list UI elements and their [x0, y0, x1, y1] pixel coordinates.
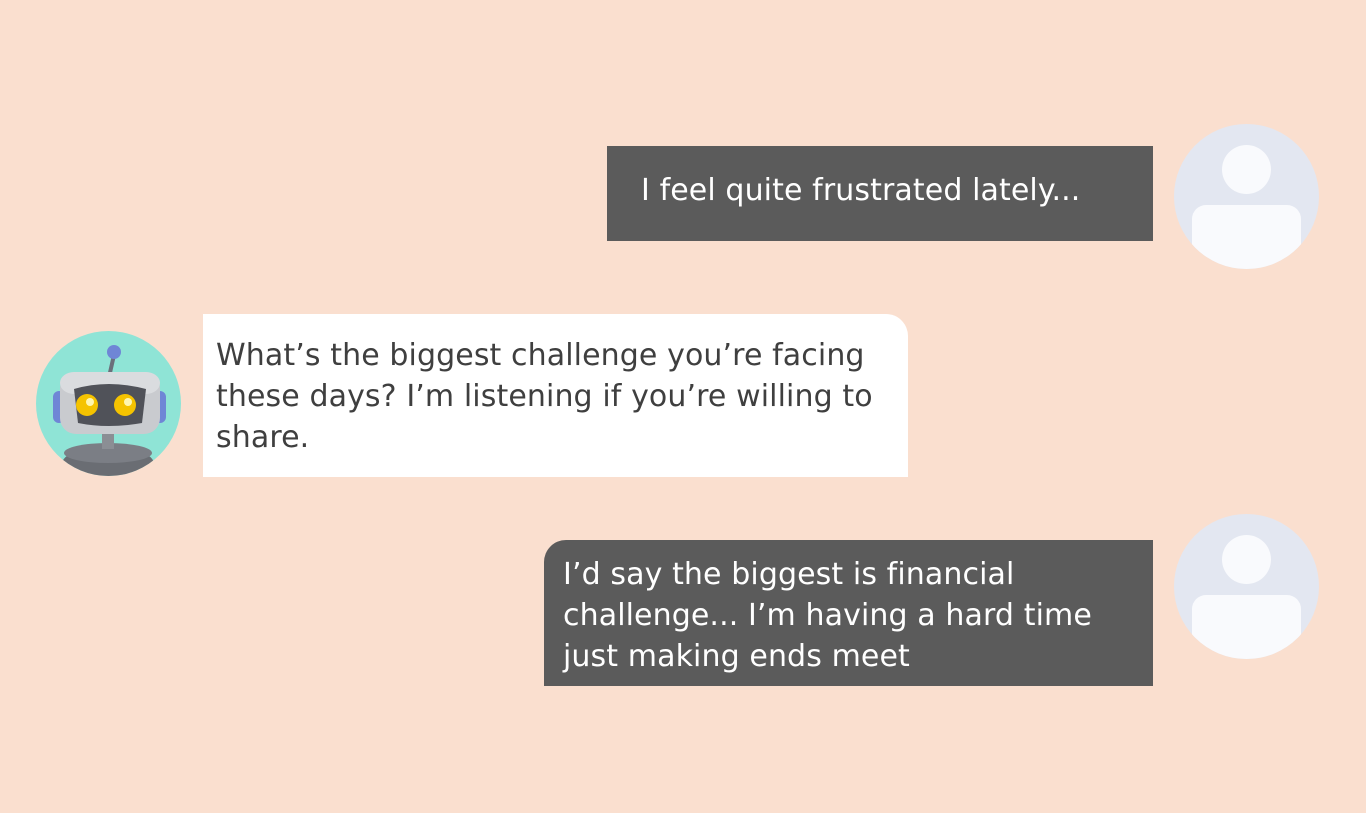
user-avatar — [1174, 514, 1319, 659]
bot-message-bubble: What’s the biggest challenge you’re faci… — [203, 314, 908, 477]
bot-avatar — [36, 331, 181, 476]
user-avatar — [1174, 124, 1319, 269]
user-message-bubble: I feel quite frustrated lately... — [607, 146, 1153, 241]
user-message-bubble: I’d say the biggest is financial challen… — [544, 540, 1153, 686]
robot-icon — [53, 345, 166, 476]
